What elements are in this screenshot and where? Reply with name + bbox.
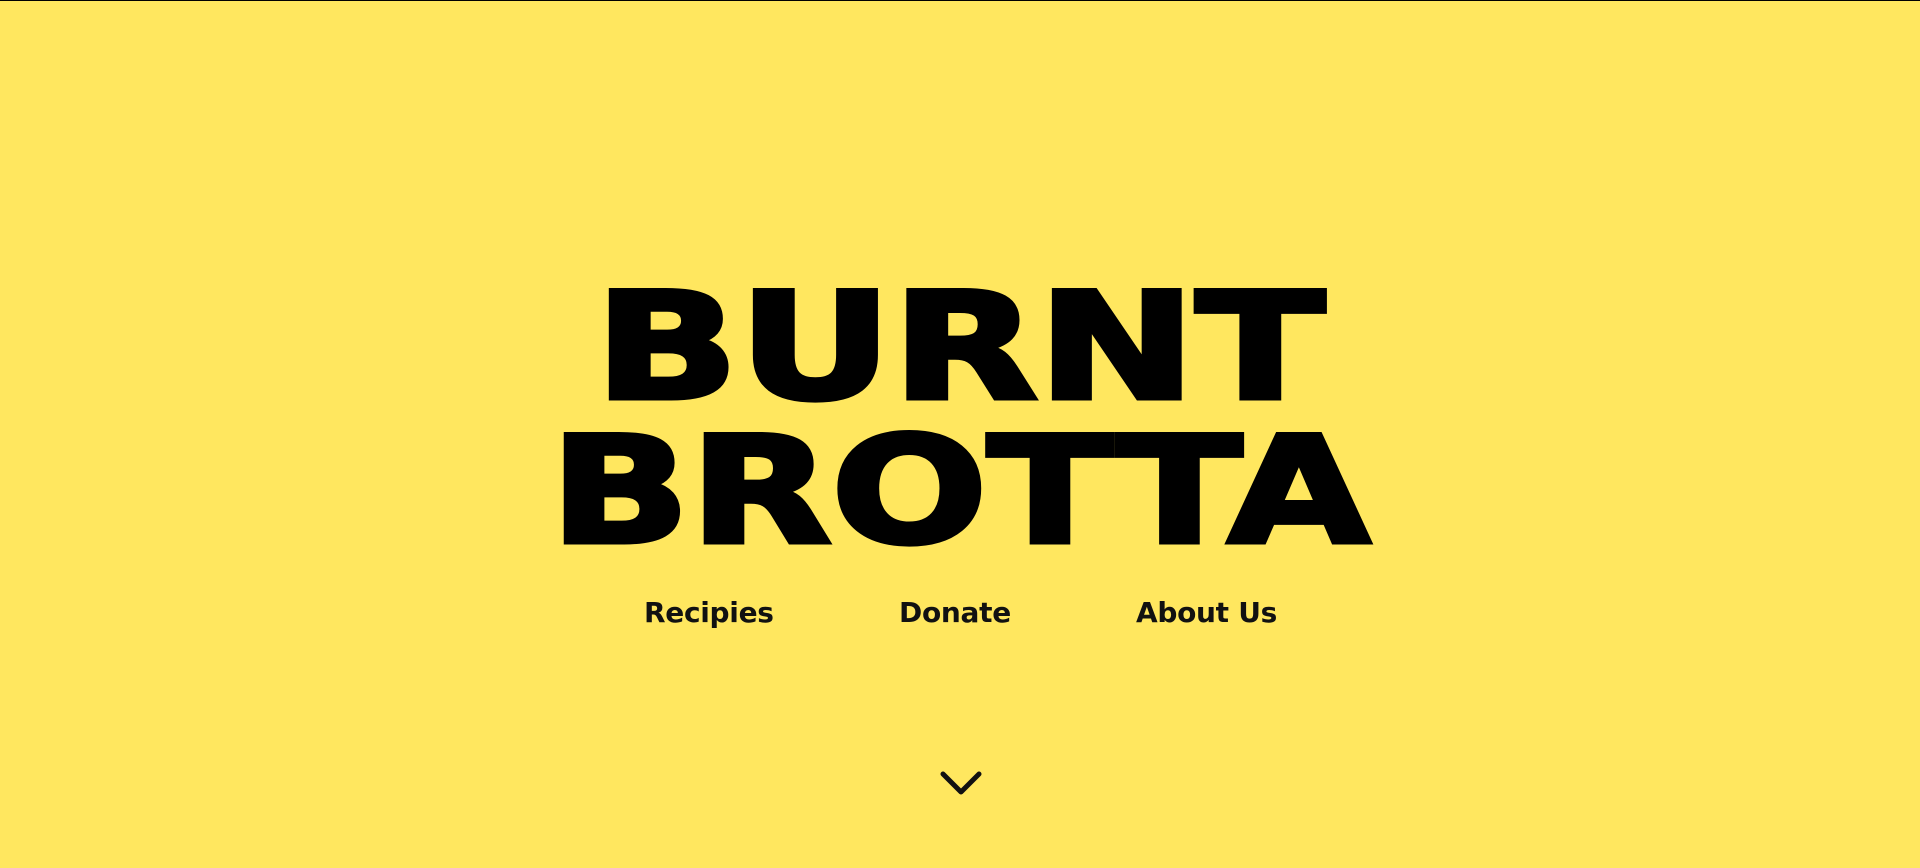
site-title-line-2: BROTTA <box>0 402 1920 568</box>
main-nav: Recipies Donate About Us <box>0 591 1920 635</box>
site-title-word-burnt: BURNT <box>592 261 1328 434</box>
site-title-word-brotta: BROTTA <box>547 405 1373 578</box>
scroll-down-button[interactable] <box>938 767 984 801</box>
page: BURNT BROTTA Recipies Donate About Us <box>0 0 1920 868</box>
nav-link-donate[interactable]: Donate <box>899 591 1011 635</box>
nav-link-about-us[interactable]: About Us <box>1136 591 1277 635</box>
site-title-line-1: BURNT <box>0 258 1920 424</box>
chevron-down-icon <box>940 771 982 795</box>
nav-link-recipies[interactable]: Recipies <box>644 591 774 635</box>
